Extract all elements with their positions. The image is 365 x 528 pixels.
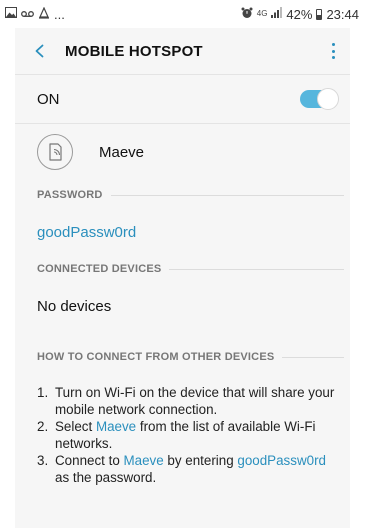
password-row[interactable]: goodPassw0rd [15, 210, 350, 254]
step-text-mid: by entering [163, 453, 238, 468]
section-divider [110, 194, 344, 196]
hotspot-toggle-switch[interactable] [300, 88, 339, 110]
app-bar-left: MOBILE HOTSPOT [33, 43, 203, 60]
connection-instructions: 1. Turn on Wi-Fi on the device that will… [15, 372, 350, 486]
alarm-icon [241, 7, 253, 22]
settings-panel: MOBILE HOTSPOT ON Maeve PASSWORD goodPas… [15, 28, 350, 528]
password-section-header: PASSWORD [15, 180, 350, 210]
app-bar: MOBILE HOTSPOT [15, 28, 350, 74]
instruction-step: 3. Connect to Maeve by entering goodPass… [37, 452, 340, 486]
step-text-pre: Connect to [55, 453, 124, 468]
password-highlight: goodPassw0rd [237, 453, 326, 468]
section-divider [282, 356, 344, 358]
connected-devices-section-header: CONNECTED DEVICES [15, 254, 350, 284]
network-name-row[interactable]: Maeve [15, 124, 350, 180]
step-text: Turn on Wi-Fi on the device that will sh… [55, 385, 335, 417]
status-left: ... [5, 6, 65, 22]
toggle-knob [317, 88, 339, 110]
instruction-step: 2. Select Maeve from the list of availab… [37, 418, 340, 452]
howto-header-label: HOW TO CONNECT FROM OTHER DEVICES [37, 351, 275, 363]
hotspot-status-label: ON [37, 90, 60, 108]
network-name-highlight: Maeve [95, 419, 137, 434]
network-name-highlight: Maeve [123, 453, 164, 468]
step-number: 2. [37, 419, 49, 434]
signal-icon [271, 7, 283, 21]
section-divider [169, 268, 344, 270]
battery-percent: 42% [286, 6, 313, 22]
more-notifications-indicator: ... [54, 6, 65, 22]
password-header-label: PASSWORD [37, 189, 103, 201]
hotspot-device-icon [37, 134, 73, 170]
step-text: Connect to Maeve by entering goodPassw0r… [55, 452, 340, 486]
connected-devices-value: No devices [37, 297, 112, 315]
more-options-icon[interactable] [326, 41, 340, 61]
network-name: Maeve [99, 143, 145, 161]
step-text: Select Maeve from the list of available … [55, 418, 340, 452]
battery-icon [316, 8, 323, 20]
network-type-label: 4G [256, 9, 268, 18]
hotspot-toggle-row[interactable]: ON [15, 74, 350, 124]
step-text-post: as the password. [55, 470, 157, 485]
password-value[interactable]: goodPassw0rd [37, 224, 136, 241]
connected-devices-header-label: CONNECTED DEVICES [37, 263, 162, 275]
connected-devices-row: No devices [15, 284, 350, 328]
step-number: 3. [37, 453, 49, 468]
clock: 23:44 [326, 6, 359, 22]
gallery-notification-icon [5, 7, 17, 21]
status-right: 4G 42% 23:44 [241, 7, 359, 22]
page-title: MOBILE HOTSPOT [65, 42, 203, 60]
back-arrow-icon[interactable] [33, 44, 47, 58]
step-text-pre: Select [55, 419, 96, 434]
step-number: 1. [37, 385, 49, 400]
voicemail-icon [21, 7, 34, 21]
status-bar: ... 4G 42% 23:44 [0, 0, 365, 28]
mute-notification-icon [38, 6, 50, 22]
instruction-step: 1. Turn on Wi-Fi on the device that will… [37, 384, 340, 418]
howto-section-header: HOW TO CONNECT FROM OTHER DEVICES [15, 342, 350, 372]
